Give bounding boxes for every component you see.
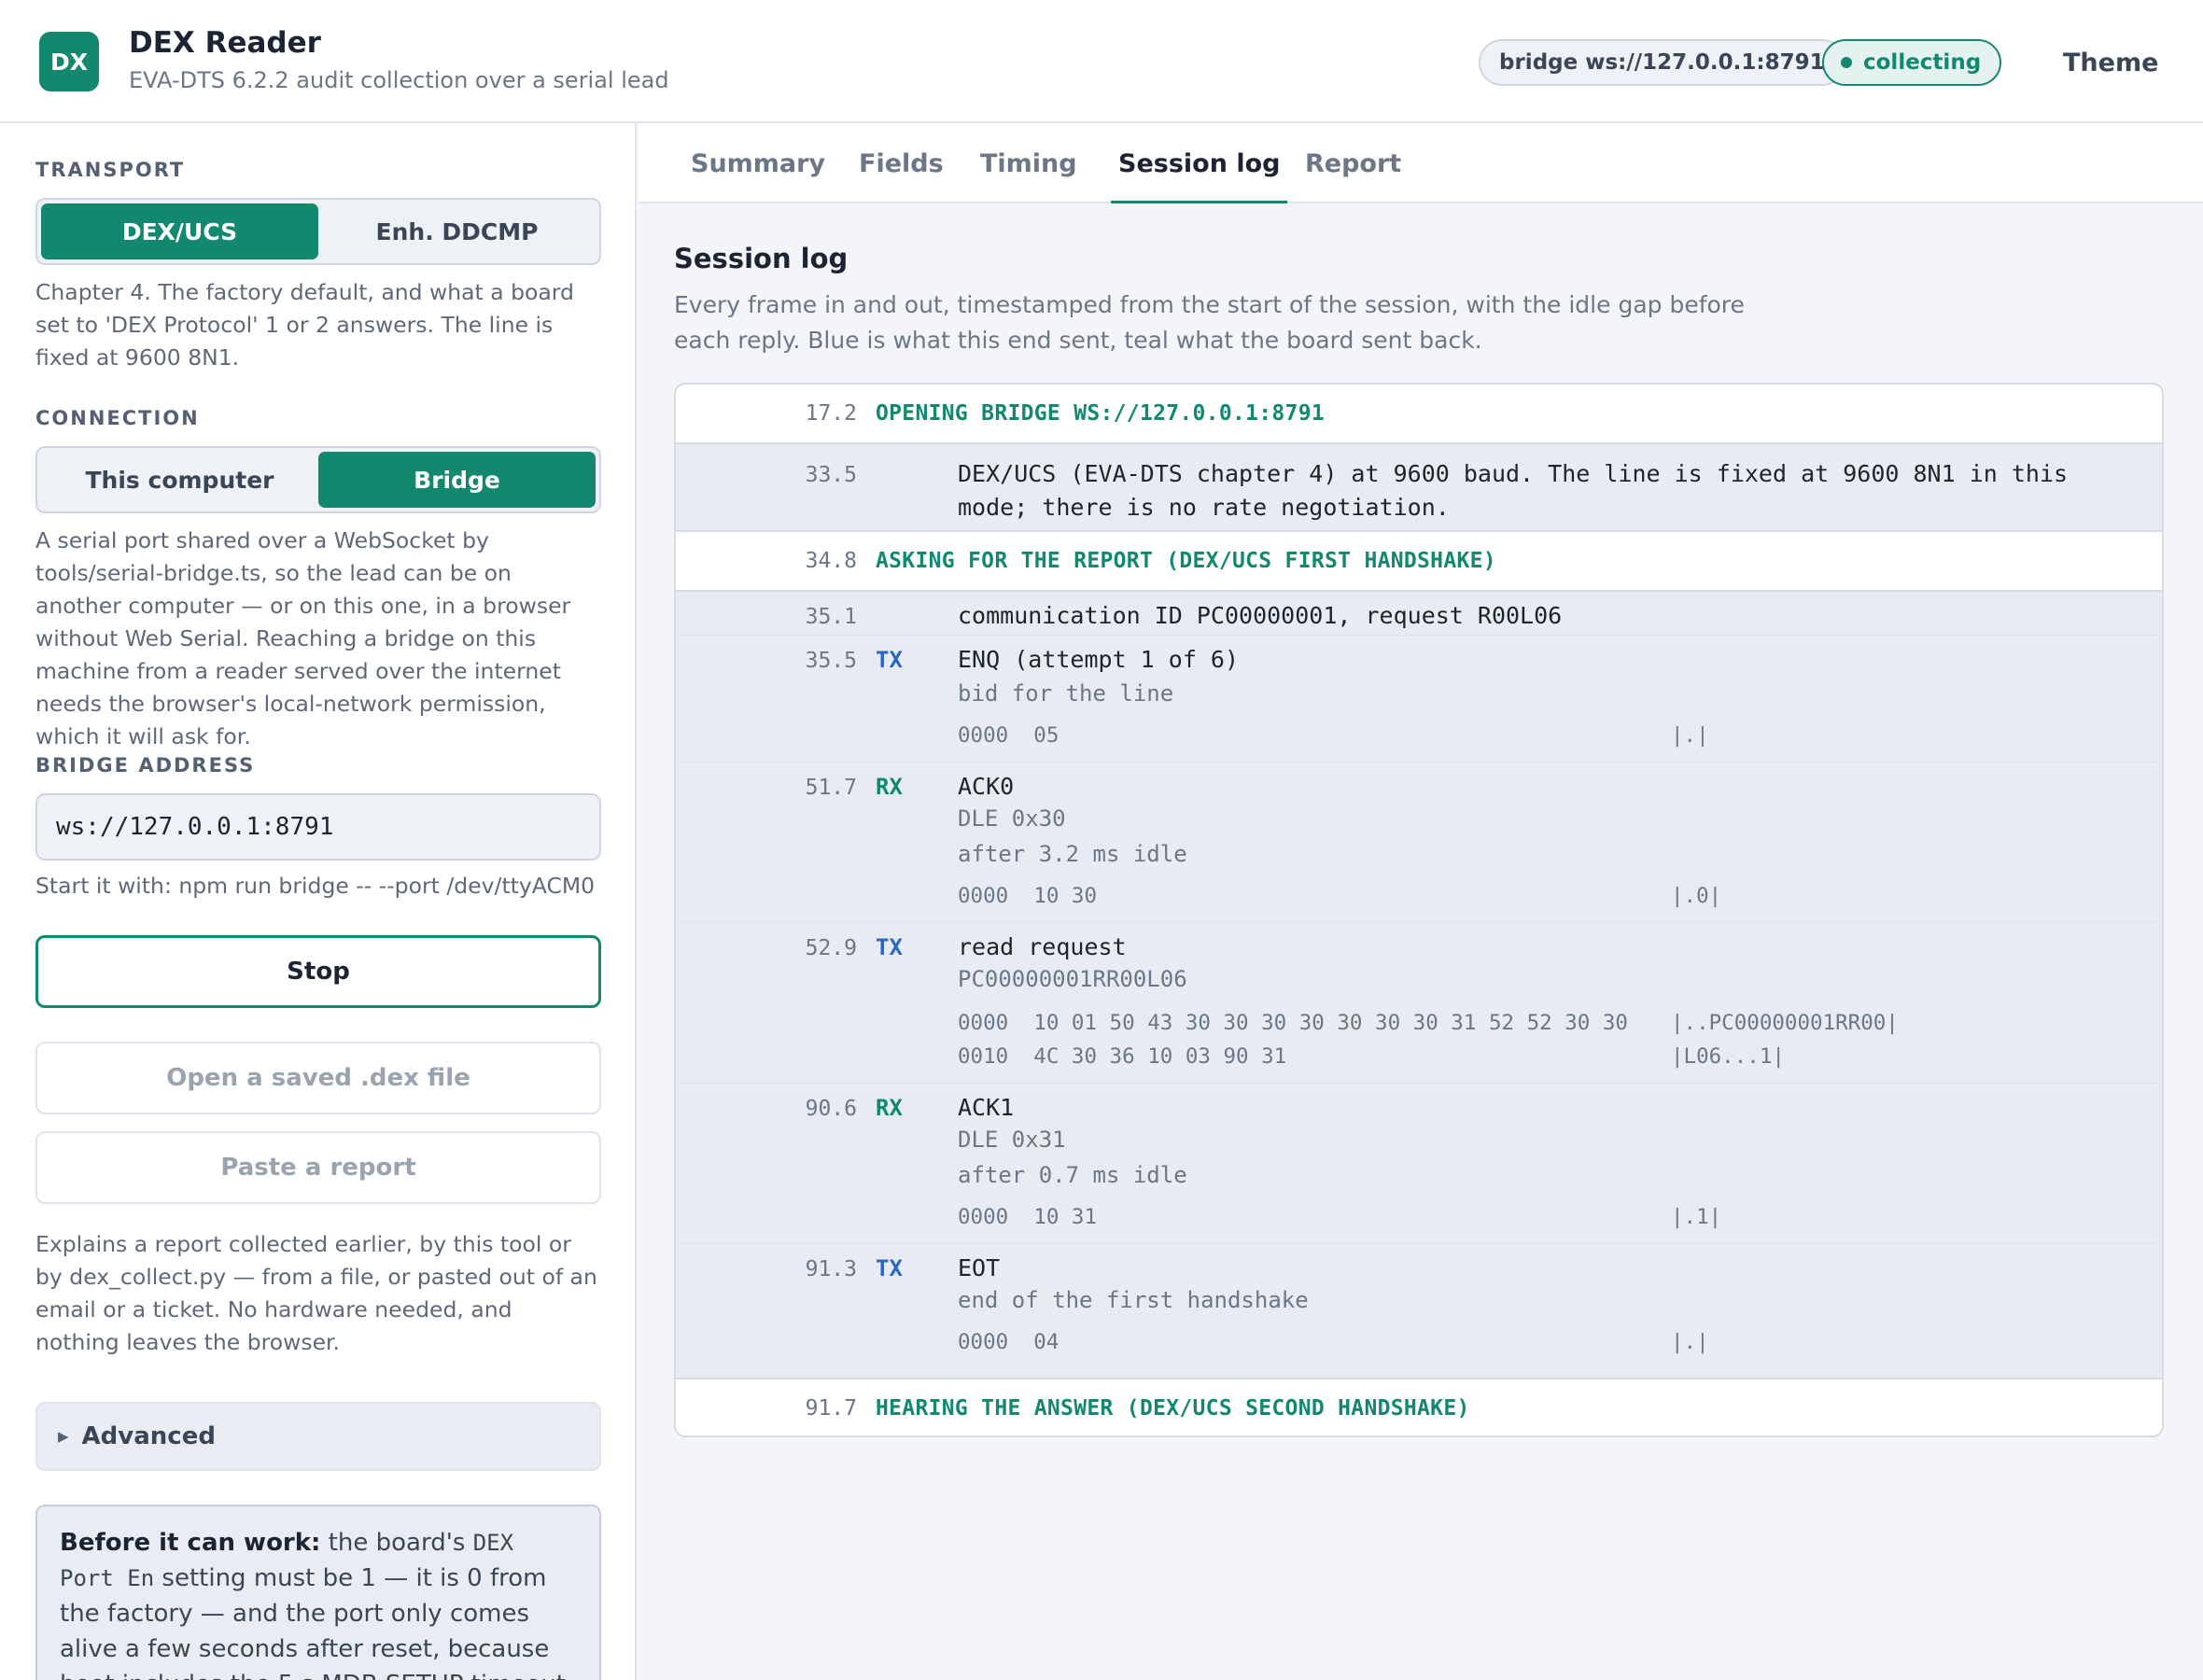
log-info-text: DEX/UCS (EVA-DTS chapter 4) at 9600 baud… bbox=[958, 460, 2083, 521]
tab-report[interactable]: Report bbox=[1305, 123, 1401, 203]
connection-option-this-computer[interactable]: This computer bbox=[41, 452, 318, 508]
disclosure-triangle-icon: ▶ bbox=[58, 1428, 69, 1445]
app-logo: DX bbox=[39, 32, 99, 91]
log-ascii-dump: |..PC00000001RR00| bbox=[1671, 1011, 1899, 1035]
setup-warning: Before it can work: the board's DEX Port… bbox=[35, 1505, 601, 1680]
log-hex-dump: 0000 04 bbox=[958, 1330, 1059, 1354]
connection-help: A serial port shared over a WebSocket by… bbox=[35, 527, 571, 749]
log-hex-dump: 0000 10 30 bbox=[958, 884, 1098, 908]
bridge-badge-label: bridge ws://127.0.0.1:8791 bbox=[1499, 50, 1825, 75]
log-direction-rx: RX bbox=[876, 774, 903, 800]
connection-selector: This computer Bridge bbox=[35, 446, 601, 513]
log-ascii-dump: |.0| bbox=[1671, 884, 1722, 908]
session-log: 17.2 OPENING BRIDGE WS://127.0.0.1:8791 … bbox=[674, 383, 2164, 1437]
log-direction-tx: TX bbox=[876, 647, 903, 673]
log-frame-text: ACK0 bbox=[958, 773, 1015, 800]
log-frame-note: DLE 0x30 bbox=[958, 805, 1066, 832]
log-frame-row: 51.7 RX ACK0 DLE 0x30 after 3.2 ms idle … bbox=[676, 762, 2162, 922]
log-idle-gap: after 0.7 ms idle bbox=[958, 1162, 1187, 1188]
log-timestamp: 51.7 bbox=[805, 776, 857, 800]
app-header: DX DEX Reader EVA-DTS 6.2.2 audit collec… bbox=[0, 0, 2203, 123]
log-idle-gap: after 3.2 ms idle bbox=[958, 841, 1187, 867]
tab-summary[interactable]: Summary bbox=[691, 123, 825, 203]
app-subtitle: EVA-DTS 6.2.2 audit collection over a se… bbox=[129, 67, 669, 93]
tab-session-log[interactable]: Session log bbox=[1110, 123, 1288, 203]
log-ascii-dump: |.| bbox=[1671, 723, 1709, 748]
advanced-toggle[interactable]: ▶ Advanced bbox=[35, 1402, 601, 1471]
log-frame-row: 91.3 TX EOT end of the first handshake 0… bbox=[676, 1243, 2162, 1370]
paste-report-button[interactable]: Paste a report bbox=[35, 1131, 601, 1204]
log-timestamp: 91.3 bbox=[805, 1257, 857, 1281]
stop-button[interactable]: Stop bbox=[35, 935, 601, 1008]
log-info-row: 33.5 DEX/UCS (EVA-DTS chapter 4) at 9600… bbox=[676, 444, 2162, 530]
log-phase-title: OPENING BRIDGE WS://127.0.0.1:8791 bbox=[876, 401, 1326, 426]
log-timestamp: 34.8 bbox=[805, 549, 857, 573]
log-phase-row: 34.8 ASKING FOR THE REPORT (DEX/UCS FIRS… bbox=[676, 530, 2162, 592]
log-frame-text: read request bbox=[958, 933, 1127, 960]
log-phase-row: 17.2 OPENING BRIDGE WS://127.0.0.1:8791 bbox=[676, 385, 2162, 444]
theme-button[interactable]: Theme bbox=[2044, 39, 2177, 86]
log-phase-title: ASKING FOR THE REPORT (DEX/UCS FIRST HAN… bbox=[876, 549, 1496, 573]
warning-text-pre: the board's bbox=[320, 1529, 473, 1557]
connection-label: CONNECTION bbox=[35, 407, 200, 429]
log-timestamp: 91.7 bbox=[805, 1396, 857, 1421]
advanced-label: Advanced bbox=[81, 1422, 216, 1450]
log-timestamp: 90.6 bbox=[805, 1097, 857, 1121]
log-direction-rx: RX bbox=[876, 1095, 903, 1121]
bridge-address-input[interactable] bbox=[35, 793, 601, 861]
log-timestamp: 17.2 bbox=[805, 401, 857, 426]
connection-option-bridge[interactable]: Bridge bbox=[318, 452, 596, 508]
log-frame-row: 52.9 TX read request PC00000001RR00L06 0… bbox=[676, 922, 2162, 1083]
tab-timing[interactable]: Timing bbox=[980, 123, 1077, 203]
status-badge: collecting bbox=[1822, 39, 2002, 86]
log-hex-dump: 0010 4C 30 36 10 03 90 31 bbox=[958, 1044, 1287, 1069]
app-title: DEX Reader bbox=[129, 26, 321, 60]
log-hex-dump: 0000 10 01 50 43 30 30 30 30 30 30 30 31… bbox=[958, 1011, 1628, 1035]
log-frame-note: PC00000001RR00L06 bbox=[958, 966, 1187, 992]
log-timestamp: 35.1 bbox=[805, 605, 857, 629]
log-timestamp: 33.5 bbox=[805, 463, 857, 487]
log-frame-note: end of the first handshake bbox=[958, 1287, 1309, 1313]
log-frame-note: DLE 0x31 bbox=[958, 1127, 1066, 1153]
log-phase-row: 91.7 HEARING THE ANSWER (DEX/UCS SECOND … bbox=[676, 1378, 2162, 1435]
status-dot-icon bbox=[1841, 57, 1852, 68]
bridge-badge: bridge ws://127.0.0.1:8791 bbox=[1479, 39, 1845, 86]
log-direction-tx: TX bbox=[876, 934, 903, 960]
log-timestamp: 35.5 bbox=[805, 649, 857, 673]
log-frame-row: 35.5 TX ENQ (attempt 1 of 6) bid for the… bbox=[676, 635, 2162, 762]
log-ascii-dump: |L06...1| bbox=[1671, 1044, 1785, 1069]
log-ascii-dump: |.1| bbox=[1671, 1205, 1722, 1229]
tab-bar: Summary Fields Timing Session log Report bbox=[638, 123, 2203, 203]
transport-help: Chapter 4. The factory default, and what… bbox=[35, 279, 574, 371]
page-title: Session log bbox=[674, 243, 849, 274]
log-info-text: communication ID PC00000001, request R00… bbox=[958, 602, 1563, 629]
warning-title: Before it can work: bbox=[60, 1529, 321, 1557]
log-hex-dump: 0000 05 bbox=[958, 723, 1059, 748]
offline-help: Explains a report collected earlier, by … bbox=[35, 1231, 597, 1355]
transport-selector: DEX/UCS Enh. DDCMP bbox=[35, 198, 601, 265]
log-ascii-dump: |.| bbox=[1671, 1330, 1709, 1354]
log-phase-title: HEARING THE ANSWER (DEX/UCS SECOND HANDS… bbox=[876, 1396, 1470, 1421]
log-frame-text: ACK1 bbox=[958, 1094, 1015, 1121]
log-info-row: 35.1 communication ID PC00000001, reques… bbox=[676, 592, 2162, 635]
log-direction-tx: TX bbox=[876, 1255, 903, 1281]
log-frame-row: 90.6 RX ACK1 DLE 0x31 after 0.7 ms idle … bbox=[676, 1083, 2162, 1243]
log-timestamp: 52.9 bbox=[805, 936, 857, 960]
transport-option-enh-ddcmp[interactable]: Enh. DDCMP bbox=[318, 203, 596, 259]
bridge-hint: Start it with: npm run bridge -- --port … bbox=[35, 873, 596, 899]
open-file-button[interactable]: Open a saved .dex file bbox=[35, 1042, 601, 1114]
sidebar: TRANSPORT DEX/UCS Enh. DDCMP Chapter 4. … bbox=[0, 123, 637, 1680]
tab-fields[interactable]: Fields bbox=[859, 123, 944, 203]
status-badge-label: collecting bbox=[1863, 50, 1982, 75]
page-description: Every frame in and out, timestamped from… bbox=[674, 291, 1745, 354]
transport-option-dex-ucs[interactable]: DEX/UCS bbox=[41, 203, 318, 259]
log-frame-text: EOT bbox=[958, 1254, 1001, 1281]
log-frame-text: ENQ (attempt 1 of 6) bbox=[958, 646, 1240, 673]
transport-label: TRANSPORT bbox=[35, 159, 186, 181]
log-hex-dump: 0000 10 31 bbox=[958, 1205, 1098, 1229]
bridge-address-label: BRIDGE ADDRESS bbox=[35, 754, 256, 777]
log-frame-note: bid for the line bbox=[958, 680, 1174, 707]
